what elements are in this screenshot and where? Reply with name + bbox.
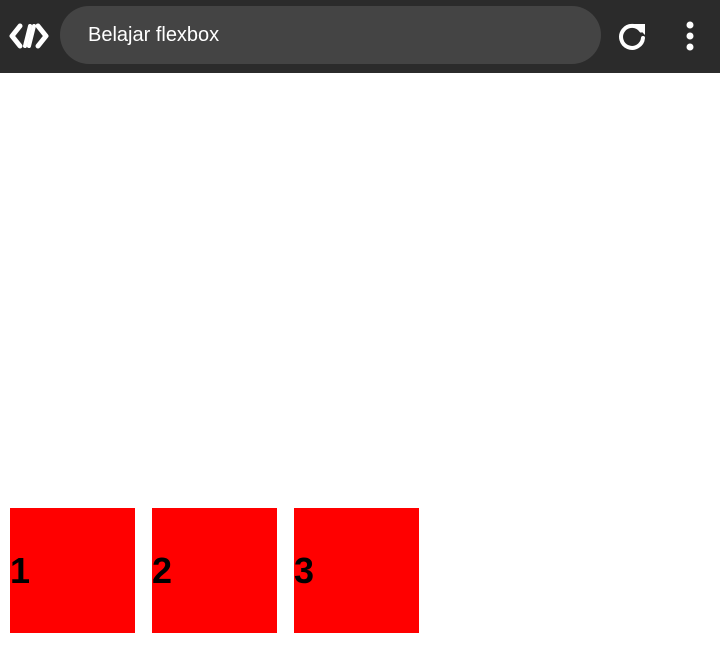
flex-box-label: 1	[10, 549, 31, 591]
flex-box-label: 2	[152, 549, 173, 591]
code-logo-icon[interactable]	[8, 18, 50, 54]
flex-box-1: 1	[10, 508, 135, 633]
address-text: Belajar flexbox	[88, 24, 220, 46]
flex-box-3: 3	[294, 508, 419, 633]
flex-box-label: 3	[294, 549, 315, 591]
flex-box-2: 2	[152, 508, 277, 633]
address-bar[interactable]: Belajar flexbox	[60, 6, 601, 64]
page-viewport: 1 2 3	[0, 73, 720, 661]
browser-toolbar: Belajar flexbox	[0, 0, 720, 73]
flex-container: 1 2 3	[10, 508, 419, 633]
more-vert-icon[interactable]	[674, 18, 706, 54]
reload-icon[interactable]	[614, 18, 650, 54]
